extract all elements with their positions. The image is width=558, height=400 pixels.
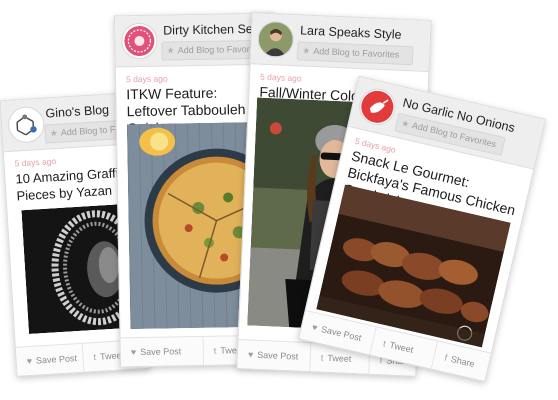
card-header: Lara Speaks Style ★ Add Blog to Favorites (250, 13, 431, 73)
save-post-button[interactable]: ♥ Save Post (15, 343, 85, 376)
heart-icon: ♥ (26, 355, 33, 367)
red-chili-logo[interactable] (355, 85, 399, 129)
blog-name[interactable]: Lara Speaks Style (300, 23, 424, 42)
save-post-button[interactable]: ♥ Save Post (237, 339, 312, 372)
post-time: 5 days ago (259, 71, 302, 84)
twitter-icon: t (320, 352, 324, 363)
star-icon: ★ (49, 127, 59, 139)
star-icon: ★ (400, 117, 411, 130)
post-time: 5 days ago (125, 73, 168, 85)
post-time: 5 days ago (14, 156, 57, 169)
heart-icon: ♥ (130, 347, 137, 358)
heart-icon: ♥ (311, 321, 319, 333)
star-icon: ★ (166, 45, 175, 56)
add-blog-to-favorites-button[interactable]: ★Add Blog to Favorites (296, 41, 414, 66)
twitter-icon: t (213, 345, 217, 356)
avatar-photo[interactable] (256, 20, 295, 59)
facebook-icon: f (443, 352, 449, 363)
pink-circle-logo[interactable] (121, 22, 158, 60)
save-post-button[interactable]: ♥ Save Post (120, 336, 205, 367)
post-title[interactable]: 10 Amazing Graffiti Pieces by Yazan (15, 163, 133, 204)
star-icon: ★ (302, 45, 311, 56)
twitter-icon: t (93, 351, 97, 363)
heart-icon: ♥ (247, 349, 254, 360)
molecule-icon[interactable] (7, 105, 46, 144)
twitter-icon: t (382, 338, 387, 349)
